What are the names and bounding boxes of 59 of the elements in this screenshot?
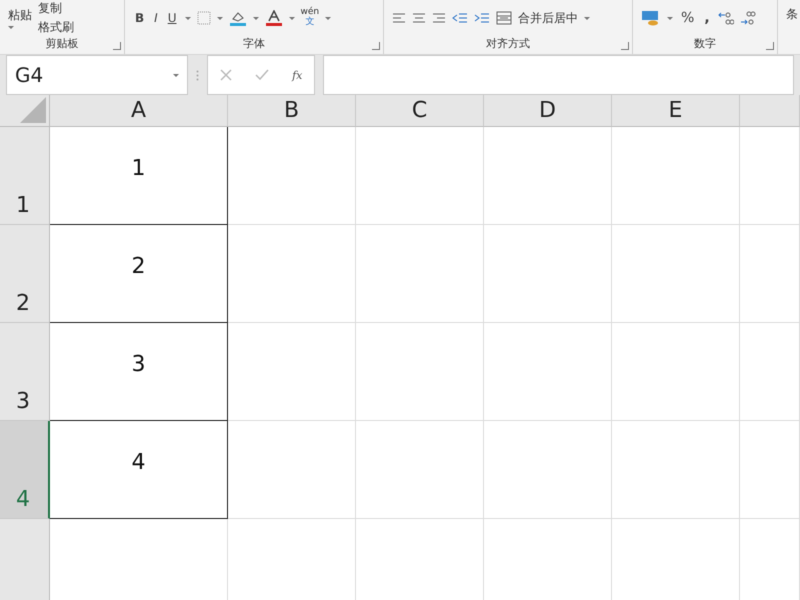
conditional-format-button[interactable]: 条 [786,6,798,23]
grip-icon [196,70,199,80]
insert-function-button[interactable]: fx [292,68,302,82]
table-cell: 3 [50,323,228,421]
check-icon[interactable] [254,69,269,81]
currency-icon[interactable] [641,10,661,26]
align-right-icon[interactable] [432,12,446,24]
align-left-icon[interactable] [392,12,406,24]
underline-button[interactable]: U [166,11,178,25]
column-header[interactable]: B [228,95,356,127]
caret-icon [325,16,332,20]
row-header[interactable]: 4 [0,421,50,519]
name-box[interactable]: G4 [6,55,188,95]
caret-icon [8,26,14,29]
merge-cells-icon [496,11,512,25]
merge-center-button[interactable]: 合并后居中 [518,10,578,26]
row-header[interactable]: 1 [0,127,50,225]
format-painter-button[interactable]: 格式刷 [38,19,74,36]
caret-icon [667,16,673,20]
decrease-indent-icon[interactable] [452,12,468,24]
comma-button[interactable]: , [702,10,712,26]
formula-input[interactable] [323,55,794,95]
row-header[interactable]: 3 [0,323,50,421]
copy-button[interactable]: 复制 [38,0,74,17]
increase-indent-icon[interactable] [474,12,490,24]
caret-icon [216,16,222,20]
table-cell: 2 [50,225,228,323]
borders-icon[interactable] [196,11,210,25]
caret-icon [288,16,294,20]
column-header[interactable]: E [612,95,740,127]
increase-decimal-icon[interactable] [718,10,734,26]
group-label: 剪贴板 [46,36,78,50]
italic-button[interactable]: I [152,11,160,25]
group-label: 对齐方式 [486,36,530,50]
dialog-launcher-icon[interactable] [372,42,380,50]
column-header[interactable]: A [50,95,228,127]
bold-button[interactable]: B [133,11,146,25]
column-header[interactable]: C [356,95,484,127]
dialog-launcher-icon[interactable] [113,42,121,50]
caret-icon [252,16,258,20]
paste-button[interactable]: 粘贴 [8,7,32,24]
percent-button[interactable]: % [679,10,696,26]
group-label: 数字 [694,36,716,50]
dialog-launcher-icon[interactable] [766,42,774,50]
corner-triangle-icon [20,97,46,123]
caret-icon [184,16,190,20]
group-label: 字体 [243,36,265,50]
font-color-icon[interactable] [264,10,282,26]
fill-color-icon[interactable] [228,10,246,26]
caret-icon [584,16,590,20]
phonetic-button[interactable]: wén 文 [300,8,320,28]
column-header[interactable]: D [484,95,612,127]
dialog-launcher-icon[interactable] [621,42,629,50]
table-cell: 1 [50,127,228,225]
align-center-icon[interactable] [412,12,426,24]
table-cell: 4 [50,421,228,519]
row-header[interactable]: 2 [0,225,50,323]
decrease-decimal-icon[interactable] [740,10,756,26]
caret-icon [173,74,179,76]
